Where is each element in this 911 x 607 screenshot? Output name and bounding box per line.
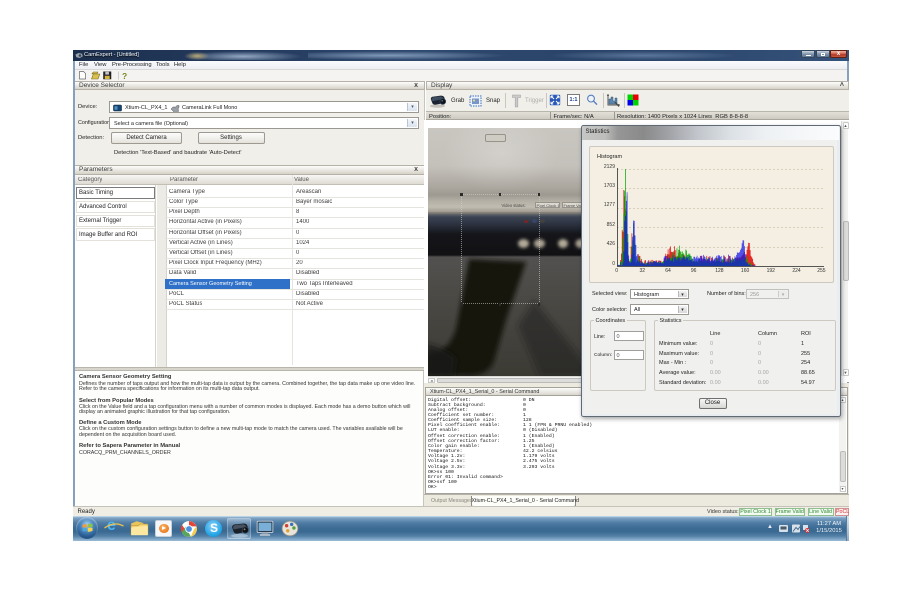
svg-text:?: ? [122,71,127,80]
